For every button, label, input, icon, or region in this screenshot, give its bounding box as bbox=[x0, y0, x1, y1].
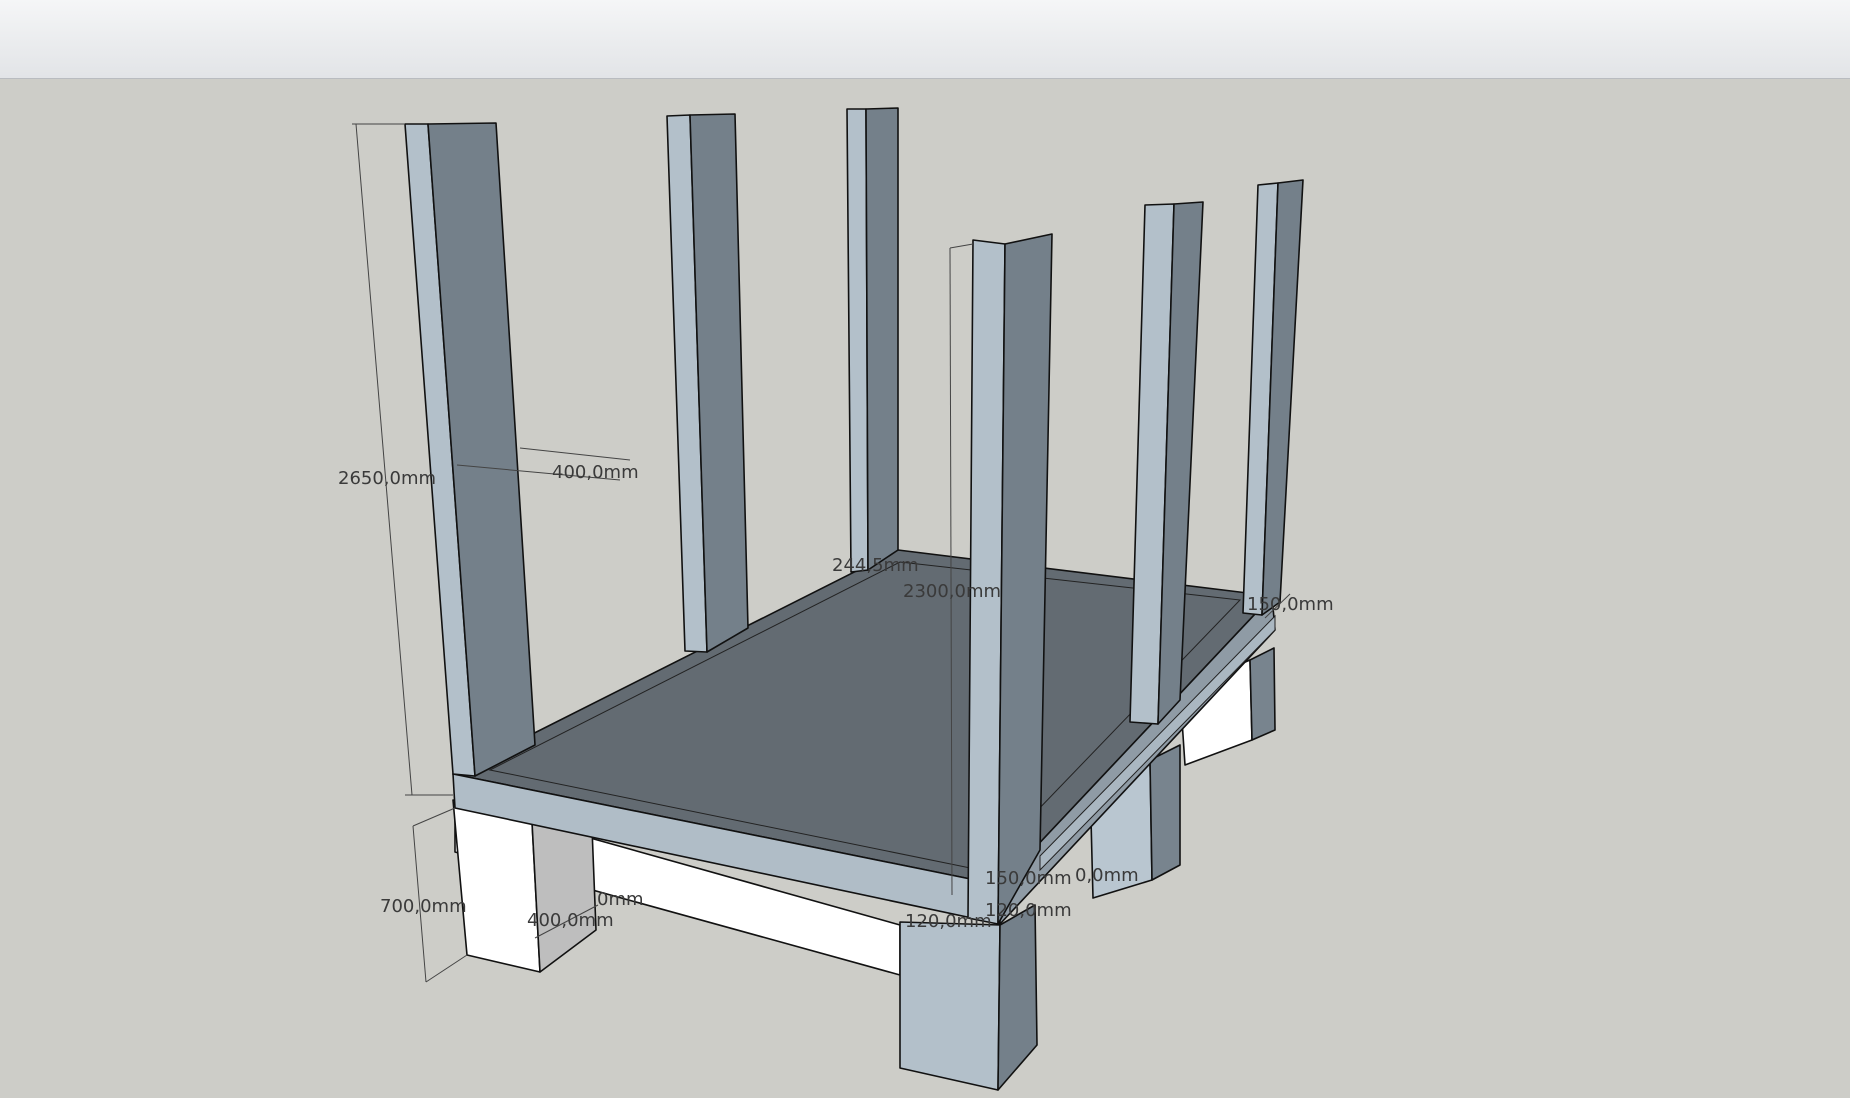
model-drawing: 2650,0mm 400,0mm 244,5mm 2300,0mm 150,0m… bbox=[338, 107, 1334, 1091]
dim-side-right: 150,0mm bbox=[1247, 594, 1334, 615]
dim-beam-partial: 0mm bbox=[597, 889, 644, 910]
column-2 bbox=[666, 113, 749, 653]
dim-offset-a: 244,5mm bbox=[832, 555, 919, 576]
dim-beam-height: 700,0mm bbox=[380, 896, 467, 917]
column-5 bbox=[1242, 179, 1304, 616]
dim-beam-width: 400,0mm bbox=[527, 910, 614, 931]
column-3 bbox=[846, 107, 899, 573]
dim-slab-c: 120,0mm bbox=[985, 900, 1072, 921]
dim-inner-height: 2300,0mm bbox=[903, 581, 1001, 602]
dim-column-height: 2650,0mm bbox=[338, 468, 436, 489]
column-1 bbox=[404, 122, 536, 777]
dim-column-width: 400,0mm bbox=[552, 462, 639, 483]
dim-slab-b: 0,0mm bbox=[1075, 865, 1139, 886]
dim-slab-d: 120,0mm bbox=[905, 911, 992, 932]
3d-viewport[interactable]: 2650,0mm 400,0mm 244,5mm 2300,0mm 150,0m… bbox=[0, 79, 1850, 1098]
toolbar-area bbox=[0, 0, 1850, 79]
column-6 bbox=[967, 233, 1053, 925]
dim-slab-a: 150,0mm bbox=[985, 868, 1072, 889]
